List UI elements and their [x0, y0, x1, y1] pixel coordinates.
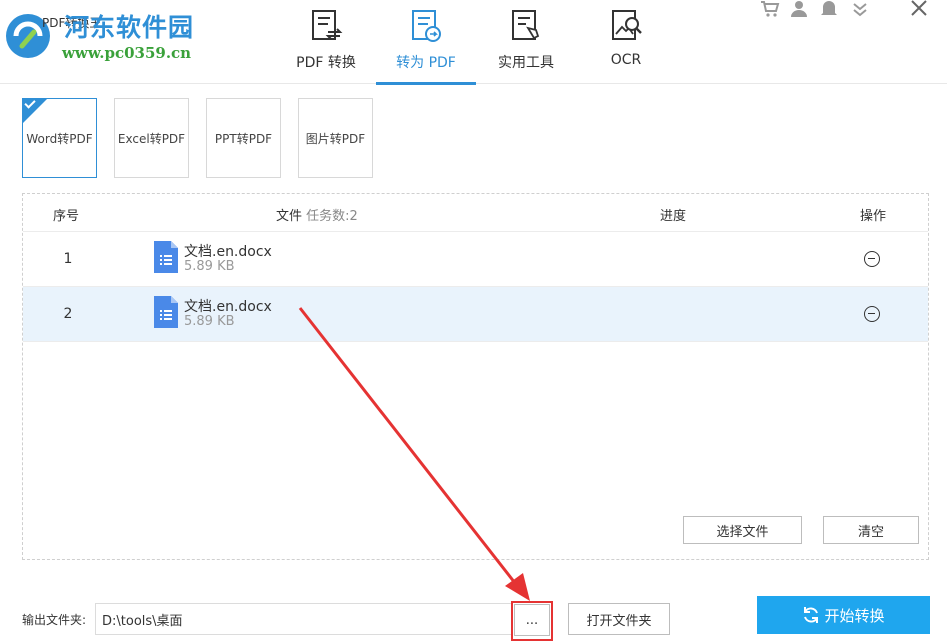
- row-index: 2: [63, 306, 73, 322]
- annotation-highlight-box: [511, 601, 553, 641]
- bell-icon[interactable]: [819, 0, 839, 18]
- file-size: 5.89 KB: [184, 259, 235, 274]
- close-icon[interactable]: [909, 0, 929, 18]
- brand-watermark-url: www.pc0359.cn: [62, 44, 191, 62]
- menu-icon[interactable]: [850, 0, 870, 18]
- convert-type-ppt[interactable]: PPT转PDF: [206, 98, 281, 178]
- convert-type-label: Excel转PDF: [118, 130, 185, 147]
- header-task-count: 任务数:2: [306, 209, 358, 224]
- remove-file-button[interactable]: [864, 251, 880, 267]
- convert-type-label: 图片转PDF: [306, 130, 365, 147]
- brand-watermark-name: 河东软件园: [64, 8, 194, 44]
- table-header: 序号 文件 任务数:2 进度 操作: [23, 194, 928, 232]
- choose-file-button[interactable]: 选择文件: [683, 516, 802, 544]
- start-convert-label: 开始转换: [824, 605, 884, 626]
- header-progress: 进度: [660, 205, 686, 224]
- user-icon[interactable]: [789, 0, 809, 18]
- tab-to-pdf[interactable]: 转为 PDF: [376, 0, 476, 84]
- remove-file-button[interactable]: [864, 306, 880, 322]
- tab-label: 实用工具: [476, 52, 576, 72]
- tab-label: 转为 PDF: [376, 52, 476, 72]
- header-index: 序号: [53, 205, 79, 224]
- docx-file-icon: [154, 296, 178, 328]
- header-action: 操作: [860, 205, 886, 224]
- tab-pdf-convert[interactable]: PDF 转换: [276, 0, 376, 84]
- tab-label: OCR: [576, 52, 676, 68]
- tab-tools[interactable]: 实用工具: [476, 0, 576, 84]
- to-pdf-icon: [408, 8, 444, 44]
- file-name: 文档.en.docx: [184, 296, 272, 316]
- file-name: 文档.en.docx: [184, 241, 272, 261]
- refresh-icon: [802, 606, 820, 624]
- header-file-label: 文件: [276, 209, 302, 224]
- convert-type-word[interactable]: Word转PDF: [22, 98, 97, 178]
- output-folder-label: 输出文件夹:: [22, 611, 86, 628]
- tools-icon: [508, 8, 544, 44]
- docx-file-icon: [154, 241, 178, 273]
- convert-type-image[interactable]: 图片转PDF: [298, 98, 373, 178]
- row-index: 1: [63, 251, 73, 267]
- output-folder-input[interactable]: [95, 603, 513, 635]
- file-list-panel: 序号 文件 任务数:2 进度 操作 1 文档.en.docx 5.89 KB 2: [22, 193, 929, 560]
- start-convert-button[interactable]: 开始转换: [757, 596, 930, 634]
- cart-icon[interactable]: [760, 0, 780, 18]
- header-file: 文件 任务数:2: [276, 205, 358, 224]
- open-folder-button[interactable]: 打开文件夹: [568, 603, 670, 635]
- header-bar: PDF转换王 河东软件园 www.pc0359.cn PDF 转换 转为 PDF…: [0, 0, 947, 84]
- clear-button[interactable]: 清空: [823, 516, 919, 544]
- tab-ocr[interactable]: OCR: [576, 0, 676, 84]
- table-row[interactable]: 2 文档.en.docx 5.89 KB: [23, 287, 928, 342]
- convert-type-label: PPT转PDF: [215, 130, 272, 147]
- tab-label: PDF 转换: [276, 52, 376, 72]
- convert-type-label: Word转PDF: [26, 130, 92, 147]
- pdf-convert-icon: [308, 8, 344, 44]
- convert-type-excel[interactable]: Excel转PDF: [114, 98, 189, 178]
- file-size: 5.89 KB: [184, 314, 235, 329]
- table-row[interactable]: 1 文档.en.docx 5.89 KB: [23, 232, 928, 287]
- ocr-icon: [608, 8, 644, 44]
